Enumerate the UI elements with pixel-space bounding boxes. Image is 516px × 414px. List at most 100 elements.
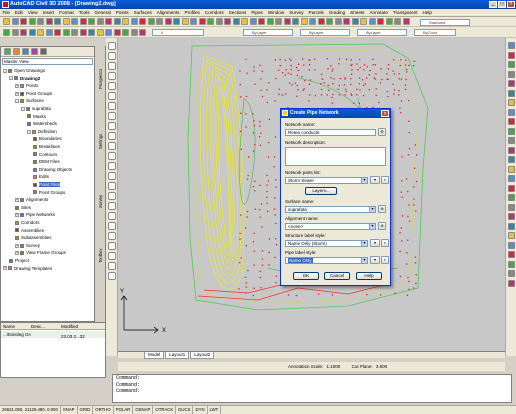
menu-general[interactable]: General (92, 9, 113, 16)
layer-tool-icon[interactable] (71, 29, 78, 36)
modify-tool-icon[interactable] (508, 175, 515, 182)
modify-tool-icon[interactable] (508, 51, 515, 59)
tree-item[interactable]: + Point Groups (1, 90, 94, 98)
draw-tool-icon[interactable] (108, 122, 116, 130)
col-modified[interactable]: Modified (61, 324, 78, 329)
layout-tab-layout2[interactable]: Layout2 (190, 352, 215, 359)
toolbar-tool-icon[interactable] (88, 18, 95, 25)
draw-tool-icon[interactable] (108, 102, 116, 110)
modify-tool-icon[interactable] (508, 89, 515, 97)
tree-item[interactable]: Sites (1, 204, 94, 212)
layer-tool-icon[interactable] (122, 29, 129, 36)
plotstyle-combo[interactable]: ByColor (414, 29, 456, 36)
modify-tool-icon[interactable] (508, 118, 515, 125)
toolbar-tool-icon[interactable] (3, 18, 10, 25)
toolbar-tool-icon[interactable] (11, 18, 19, 25)
toolbar-tool-icon[interactable] (283, 18, 291, 25)
toolbar-tool-icon[interactable] (71, 18, 78, 25)
surface-pick-button[interactable]: ⊕ (378, 205, 386, 213)
modify-tool-icon[interactable] (508, 251, 515, 258)
prospector-tool-icon[interactable] (31, 48, 38, 55)
menu-tools[interactable]: Tools (76, 9, 92, 16)
expand-icon[interactable]: + (15, 251, 19, 256)
tree-item[interactable]: Boundaries (1, 135, 94, 143)
ok-button[interactable]: OK (293, 272, 319, 280)
menu-annotate[interactable]: Annotate (367, 9, 390, 16)
modify-tool-icon[interactable] (508, 184, 515, 192)
menu-format[interactable]: Format (57, 9, 77, 16)
layer-tool-icon[interactable] (37, 29, 44, 36)
pipe-label-style-select[interactable]: Name Only ▼ (285, 257, 368, 264)
tree-item[interactable]: Project (1, 257, 94, 265)
cut-plane-value[interactable]: 3.500 (376, 364, 387, 369)
minimize-button[interactable]: _ (489, 1, 497, 8)
menu-window[interactable]: Window (265, 9, 286, 16)
modify-tool-icon[interactable] (508, 42, 515, 49)
tab-settings[interactable]: Settings (96, 116, 105, 166)
toolbar-tool-icon[interactable] (215, 18, 223, 25)
toolbar-tool-icon[interactable] (351, 18, 359, 25)
layer-tool-icon[interactable] (79, 29, 87, 36)
toolbar-tool-icon[interactable] (385, 18, 393, 25)
draw-tool-icon[interactable] (108, 132, 116, 140)
draw-tool-icon[interactable] (108, 202, 116, 210)
modify-tool-icon[interactable] (508, 270, 515, 277)
modify-tool-icon[interactable] (508, 165, 515, 173)
draw-tool-icon[interactable] (108, 142, 116, 150)
tab-toolbox[interactable]: Toolbox (96, 231, 105, 281)
layer-tool-icon[interactable] (3, 29, 10, 36)
menu-pipes[interactable]: Pipes (249, 9, 266, 16)
toolbar-tool-icon[interactable] (258, 18, 265, 25)
toolbar-tool-icon[interactable] (28, 18, 36, 25)
autocad-app-icon[interactable] (2, 1, 9, 8)
tree-item[interactable]: - Surfaces (1, 97, 94, 105)
toolbar-tool-icon[interactable] (266, 18, 274, 25)
draw-tool-icon[interactable] (108, 52, 116, 60)
toolbar-tool-icon[interactable] (224, 18, 231, 25)
menu-file[interactable]: File (0, 9, 12, 16)
layer-tool-icon[interactable] (20, 29, 27, 36)
toolbar-tool-icon[interactable] (343, 18, 350, 25)
draw-tool-icon[interactable] (108, 62, 116, 70)
menu-sections[interactable]: Sections (226, 9, 249, 16)
toolbar-tool-icon[interactable] (20, 18, 27, 25)
menu-transparent[interactable]: Transparent (390, 9, 420, 16)
toolbar-tool-icon[interactable] (241, 18, 248, 25)
layout-tab-model[interactable]: Model (144, 352, 165, 359)
tree-item[interactable]: Drawing Objects (1, 166, 94, 174)
status-toggle-dyn[interactable]: DYN (193, 406, 208, 414)
modify-tool-icon[interactable] (508, 80, 515, 87)
draw-tool-icon[interactable] (108, 242, 116, 250)
help-button[interactable]: Help (356, 272, 382, 280)
layers-button[interactable]: Layers... (305, 187, 337, 195)
toolbar-tool-icon[interactable] (139, 18, 146, 25)
tree-item[interactable]: + Survey (1, 242, 94, 250)
draw-tool-icon[interactable] (108, 262, 116, 270)
layer-tool-icon[interactable] (130, 29, 138, 36)
menu-insert[interactable]: Insert (40, 9, 57, 16)
tree-item[interactable]: - Drawing2 (1, 75, 94, 83)
modify-tool-icon[interactable] (508, 61, 515, 68)
tree-item[interactable]: + View Frame Groups (1, 249, 94, 257)
modify-tool-icon[interactable] (508, 108, 515, 116)
toolbar-tool-icon[interactable] (292, 18, 299, 25)
text-style-combo[interactable]: Standard (420, 19, 470, 26)
modify-tool-icon[interactable] (508, 127, 515, 135)
network-description-input[interactable] (285, 147, 386, 166)
expand-icon[interactable]: + (15, 213, 19, 218)
modify-tool-icon[interactable] (508, 70, 515, 78)
modify-tool-icon[interactable] (508, 146, 515, 154)
pipe-style-edit-button[interactable]: ▾ (370, 256, 380, 264)
toolbar-tool-icon[interactable] (113, 18, 121, 25)
toolbar-tool-icon[interactable] (360, 18, 367, 25)
modify-tool-icon[interactable] (508, 241, 515, 249)
toolbar-tool-icon[interactable] (62, 18, 70, 25)
toolbar-tool-icon[interactable] (147, 18, 155, 25)
alignment-select[interactable]: <none> ▼ (285, 223, 376, 230)
draw-tool-icon[interactable] (108, 192, 116, 200)
toolbar-tool-icon[interactable] (394, 18, 401, 25)
toolbar-tool-icon[interactable] (173, 18, 180, 25)
toolbar-tool-icon[interactable] (309, 18, 316, 25)
collapse-icon[interactable]: - (27, 129, 31, 134)
toolbar-tool-icon[interactable] (45, 18, 53, 25)
